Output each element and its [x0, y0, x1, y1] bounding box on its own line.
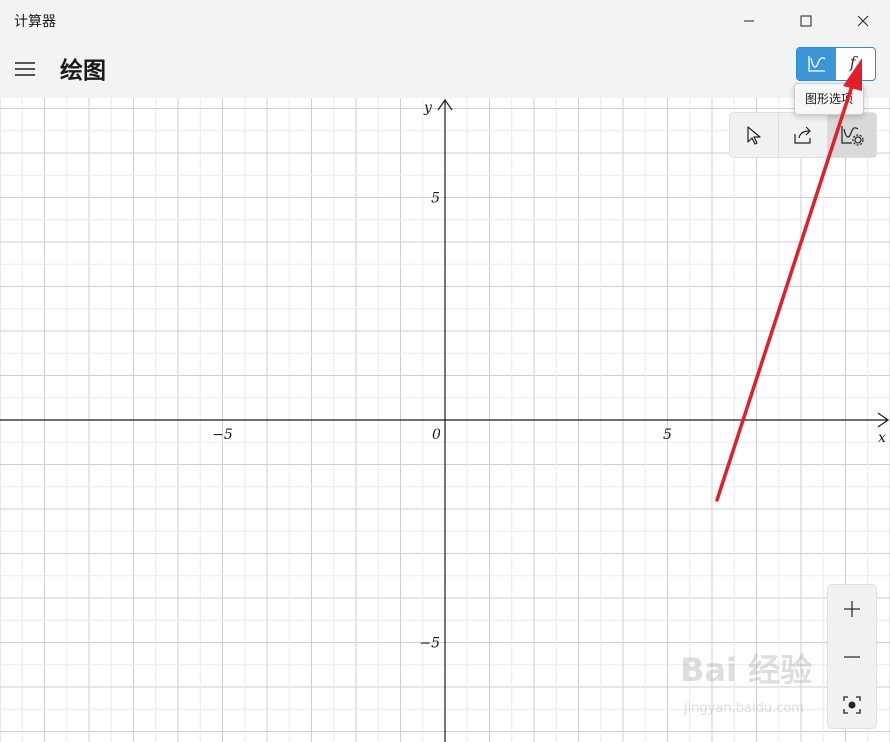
y-tick-label: 5	[431, 191, 440, 207]
share-icon	[794, 126, 811, 144]
title-bar: 计算器	[0, 0, 890, 42]
trace-button[interactable]	[730, 113, 778, 157]
x-axis-label: x	[878, 430, 886, 446]
app-header: 绘图 fx	[0, 42, 890, 98]
mode-toggle-graph-button[interactable]	[797, 48, 836, 80]
function-icon: fx	[849, 52, 862, 76]
minimize-icon	[744, 20, 754, 22]
close-button[interactable]	[840, 0, 886, 42]
app-title: 计算器	[14, 14, 56, 30]
graph-icon	[807, 56, 825, 72]
baidu-watermark: Bai 经验 jingyan.baidu.com	[680, 645, 880, 725]
share-button[interactable]	[778, 113, 827, 157]
mode-toggle: fx	[796, 47, 876, 81]
graph-options-tooltip: 图形选项	[794, 83, 865, 115]
navigation-menu-button[interactable]	[8, 52, 42, 86]
origin-label: 0	[432, 427, 441, 443]
graph-options-icon	[841, 126, 864, 146]
y-tick-label: −5	[419, 636, 440, 652]
zoom-in-button[interactable]	[828, 585, 876, 633]
maximize-icon	[800, 15, 812, 27]
maximize-button[interactable]	[783, 0, 829, 42]
close-icon	[857, 15, 869, 27]
x-tick-label: 5	[663, 427, 672, 443]
mode-toggle-function-button[interactable]: fx	[836, 48, 875, 80]
watermark-url: jingyan.baidu.com	[684, 701, 804, 716]
trace-cursor-icon	[747, 126, 761, 145]
zoom-in-icon	[844, 601, 860, 617]
minimize-button[interactable]	[726, 0, 772, 42]
x-tick-label: −5	[212, 427, 233, 443]
page-title: 绘图	[60, 58, 106, 84]
graph-options-button[interactable]	[827, 113, 876, 157]
watermark-logo-text: Bai 经验	[680, 651, 813, 689]
hamburger-icon	[15, 62, 35, 76]
y-axis-label: y	[423, 100, 433, 116]
graph-tools	[729, 112, 877, 158]
